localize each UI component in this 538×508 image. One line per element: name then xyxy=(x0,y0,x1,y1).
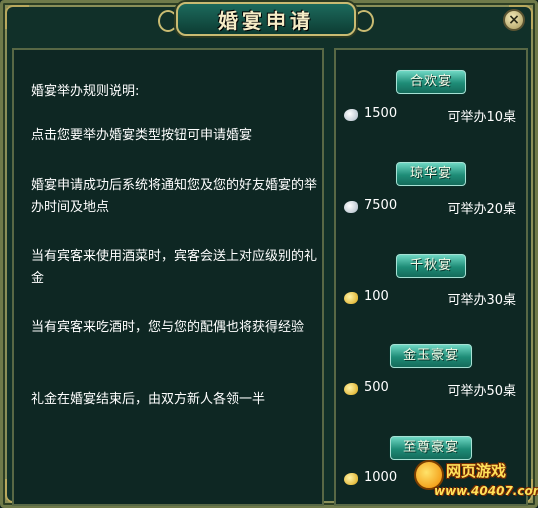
banquet-qianqiu-button[interactable]: 千秋宴 xyxy=(396,254,466,278)
scroll-ornament-icon xyxy=(354,10,374,32)
cost-value: 500 xyxy=(364,380,389,395)
gold-ingot-icon xyxy=(344,292,358,304)
watermark-name: 网页游戏 xyxy=(446,462,507,480)
banquet-zhizun-button[interactable]: 至尊豪宴 xyxy=(390,436,472,460)
watermark-url: www.40407.com xyxy=(434,484,538,498)
cost-value: 1000 xyxy=(364,470,398,485)
window-title: 婚宴申请 xyxy=(218,9,314,33)
rules-panel: 婚宴举办规则说明: 点击您要举办婚宴类型按钮可申请婚宴 婚宴申请成功后系统将通知… xyxy=(12,48,324,506)
cost-value: 7500 xyxy=(364,198,398,213)
table-capacity: 可举办30桌 xyxy=(447,293,516,308)
rule-text: 点击您要举办婚宴类型按钮可申请婚宴 xyxy=(31,128,253,143)
rule-text: 当有宾客来使用酒菜时，宾客会送上对应级别的礼金 xyxy=(31,249,318,286)
gold-ingot-icon xyxy=(344,383,358,395)
banquet-hehuan-button[interactable]: 合欢宴 xyxy=(396,70,466,94)
silver-coin-icon xyxy=(344,109,358,121)
frame-corner-ornament xyxy=(5,5,29,29)
title-banner: 婚宴申请 xyxy=(158,2,374,40)
silver-coin-icon xyxy=(344,201,358,213)
rule-text: 当有宾客来吃酒时，您与您的配偶也将获得经验 xyxy=(31,320,305,335)
gold-ingot-icon xyxy=(344,473,358,485)
scroll-ornament-icon xyxy=(158,10,178,32)
rule-text: 礼金在婚宴结束后，由双方新人各领一半 xyxy=(31,392,266,407)
close-button[interactable]: × xyxy=(503,9,525,31)
banquet-qionghua-button[interactable]: 琼华宴 xyxy=(396,162,466,186)
table-capacity: 可举办20桌 xyxy=(447,202,516,217)
cost-value: 100 xyxy=(364,289,389,304)
banquet-jinyu-button[interactable]: 金玉豪宴 xyxy=(390,344,472,368)
rule-text: 婚宴申请成功后系统将通知您及您的好友婚宴的举办时间及地点 xyxy=(31,178,318,215)
table-capacity: 可举办50桌 xyxy=(447,384,516,399)
cost-value: 1500 xyxy=(364,106,398,121)
banquet-options-panel: 合欢宴 1500 可举办10桌 琼华宴 7500 可举办20桌 千秋宴 100 … xyxy=(334,48,528,506)
watermark: 网页游戏 www.40407.com xyxy=(414,460,538,506)
rules-heading: 婚宴举办规则说明: xyxy=(31,84,140,99)
table-capacity: 可举办10桌 xyxy=(447,110,516,125)
